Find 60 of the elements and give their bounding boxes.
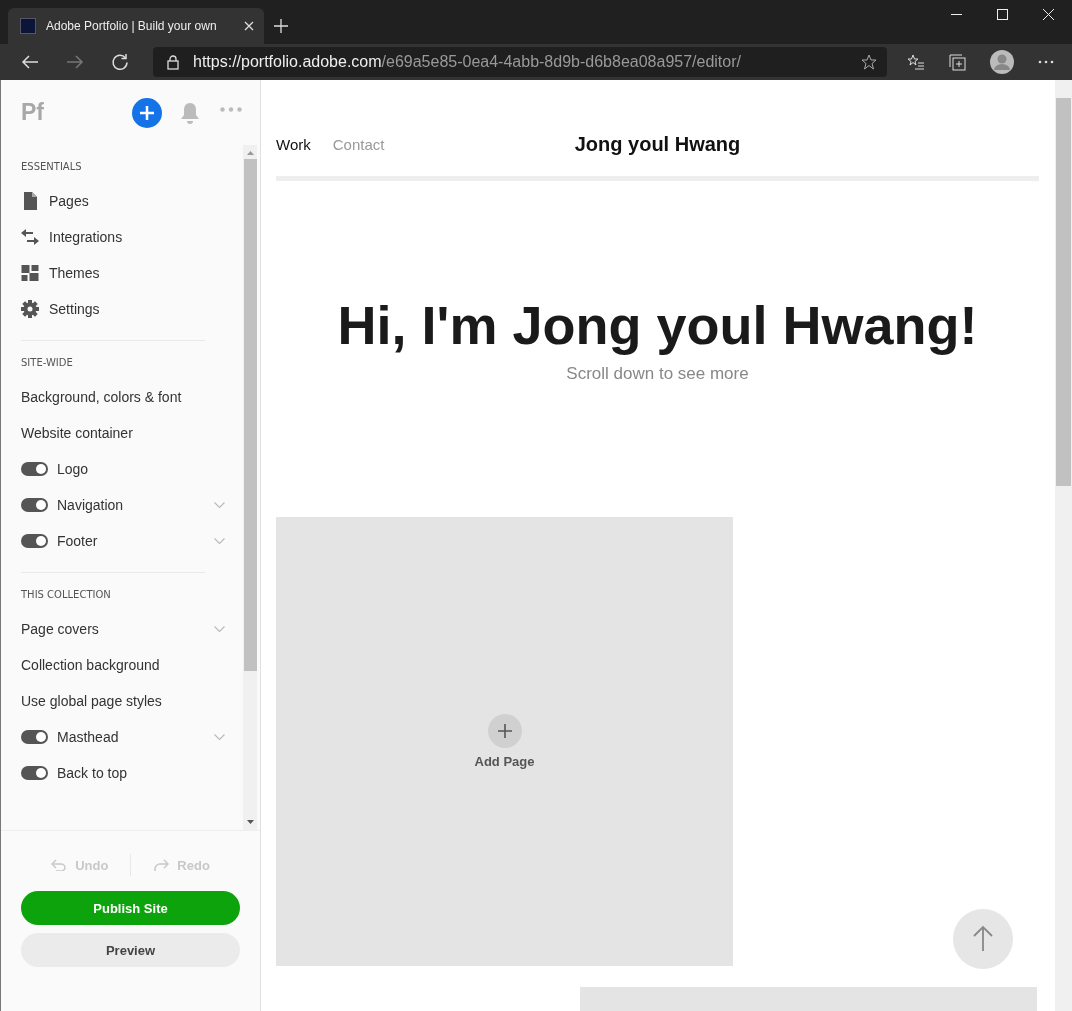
toggle-switch[interactable] xyxy=(21,730,48,744)
back-to-top-button[interactable] xyxy=(953,909,1013,969)
refresh-icon[interactable] xyxy=(111,53,129,71)
site-title: Jong youl Hwang xyxy=(574,132,741,156)
close-icon[interactable] xyxy=(244,21,254,31)
menu-item[interactable]: Themes xyxy=(49,265,100,281)
add-icon[interactable] xyxy=(487,714,522,748)
hero-subtitle: Scroll down to see more xyxy=(565,364,750,384)
menu-item[interactable]: Masthead xyxy=(57,729,119,745)
forward-icon[interactable] xyxy=(66,54,84,70)
add-page-card[interactable]: Add Page xyxy=(276,517,733,966)
url-text: https://portfolio.adobe.com/e69a5e85-0ea4-4abb-8d9b-d6b8ea08a957/editor/ xyxy=(193,53,742,71)
redo-icon xyxy=(153,859,170,871)
menu-item[interactable]: Background, colors & font xyxy=(21,389,182,405)
collections-icon[interactable] xyxy=(949,53,966,71)
menu-item[interactable]: Collection background xyxy=(21,657,160,673)
hero-heading: Hi, I'm Jong youl Hwang! xyxy=(336,294,979,357)
add-button[interactable] xyxy=(132,97,162,128)
menu-item[interactable]: Integrations xyxy=(49,229,123,245)
lock-icon xyxy=(167,54,179,70)
toggle-switch[interactable] xyxy=(21,534,48,548)
menu-item[interactable]: Logo xyxy=(57,461,89,477)
new-tab-icon[interactable] xyxy=(274,19,288,33)
favicon-icon xyxy=(20,18,36,34)
address-bar[interactable]: https://portfolio.adobe.com/e69a5e85-0ea4-4abb-8d9b-d6b8ea08a957/editor/ xyxy=(153,47,887,77)
menu-item[interactable]: Footer xyxy=(57,533,98,549)
profile-avatar-icon[interactable] xyxy=(990,50,1014,74)
toggle-switch[interactable] xyxy=(21,462,48,476)
star-icon[interactable] xyxy=(861,54,877,70)
add-page-label[interactable]: Add Page xyxy=(474,754,535,769)
undo-icon xyxy=(51,859,68,871)
menu-item[interactable]: Website container xyxy=(21,425,133,441)
close-icon[interactable] xyxy=(1043,9,1054,20)
browser-tab[interactable]: Adobe Portfolio | Build your own xyxy=(8,8,264,44)
toggle-switch[interactable] xyxy=(21,498,48,512)
menu-item[interactable]: Use global page styles xyxy=(21,693,162,709)
maximize-icon[interactable] xyxy=(997,9,1008,20)
scrollbar[interactable] xyxy=(243,145,257,830)
menu-item[interactable]: Back to top xyxy=(57,765,128,781)
preview-button[interactable]: Preview xyxy=(21,933,240,967)
menu-item[interactable]: Pages xyxy=(49,193,89,209)
section-heading: SITE-WIDE xyxy=(21,356,74,370)
swap-arrows-icon xyxy=(21,229,39,245)
toggle-switch[interactable] xyxy=(21,766,48,780)
section-heading: ESSENTIALS xyxy=(21,160,83,174)
nav-link[interactable]: Work xyxy=(276,135,311,153)
back-icon[interactable] xyxy=(21,54,39,70)
tab-title: Adobe Portfolio | Build your own xyxy=(46,19,218,33)
menu-item[interactable]: Navigation xyxy=(57,497,124,513)
document-icon xyxy=(23,192,37,210)
layout-grid-icon xyxy=(21,265,39,281)
menu-item[interactable]: Page covers xyxy=(21,621,99,637)
more-icon[interactable] xyxy=(1038,60,1054,64)
portfolio-logo: Pf xyxy=(21,99,45,126)
favorites-icon[interactable] xyxy=(907,54,925,70)
section-heading: THIS COLLECTION xyxy=(21,588,112,602)
scrollbar[interactable] xyxy=(1055,80,1072,1011)
menu-item[interactable]: Settings xyxy=(49,301,100,317)
scroll-down-arrow-icon[interactable] xyxy=(246,820,254,824)
settings-icon xyxy=(21,300,39,318)
